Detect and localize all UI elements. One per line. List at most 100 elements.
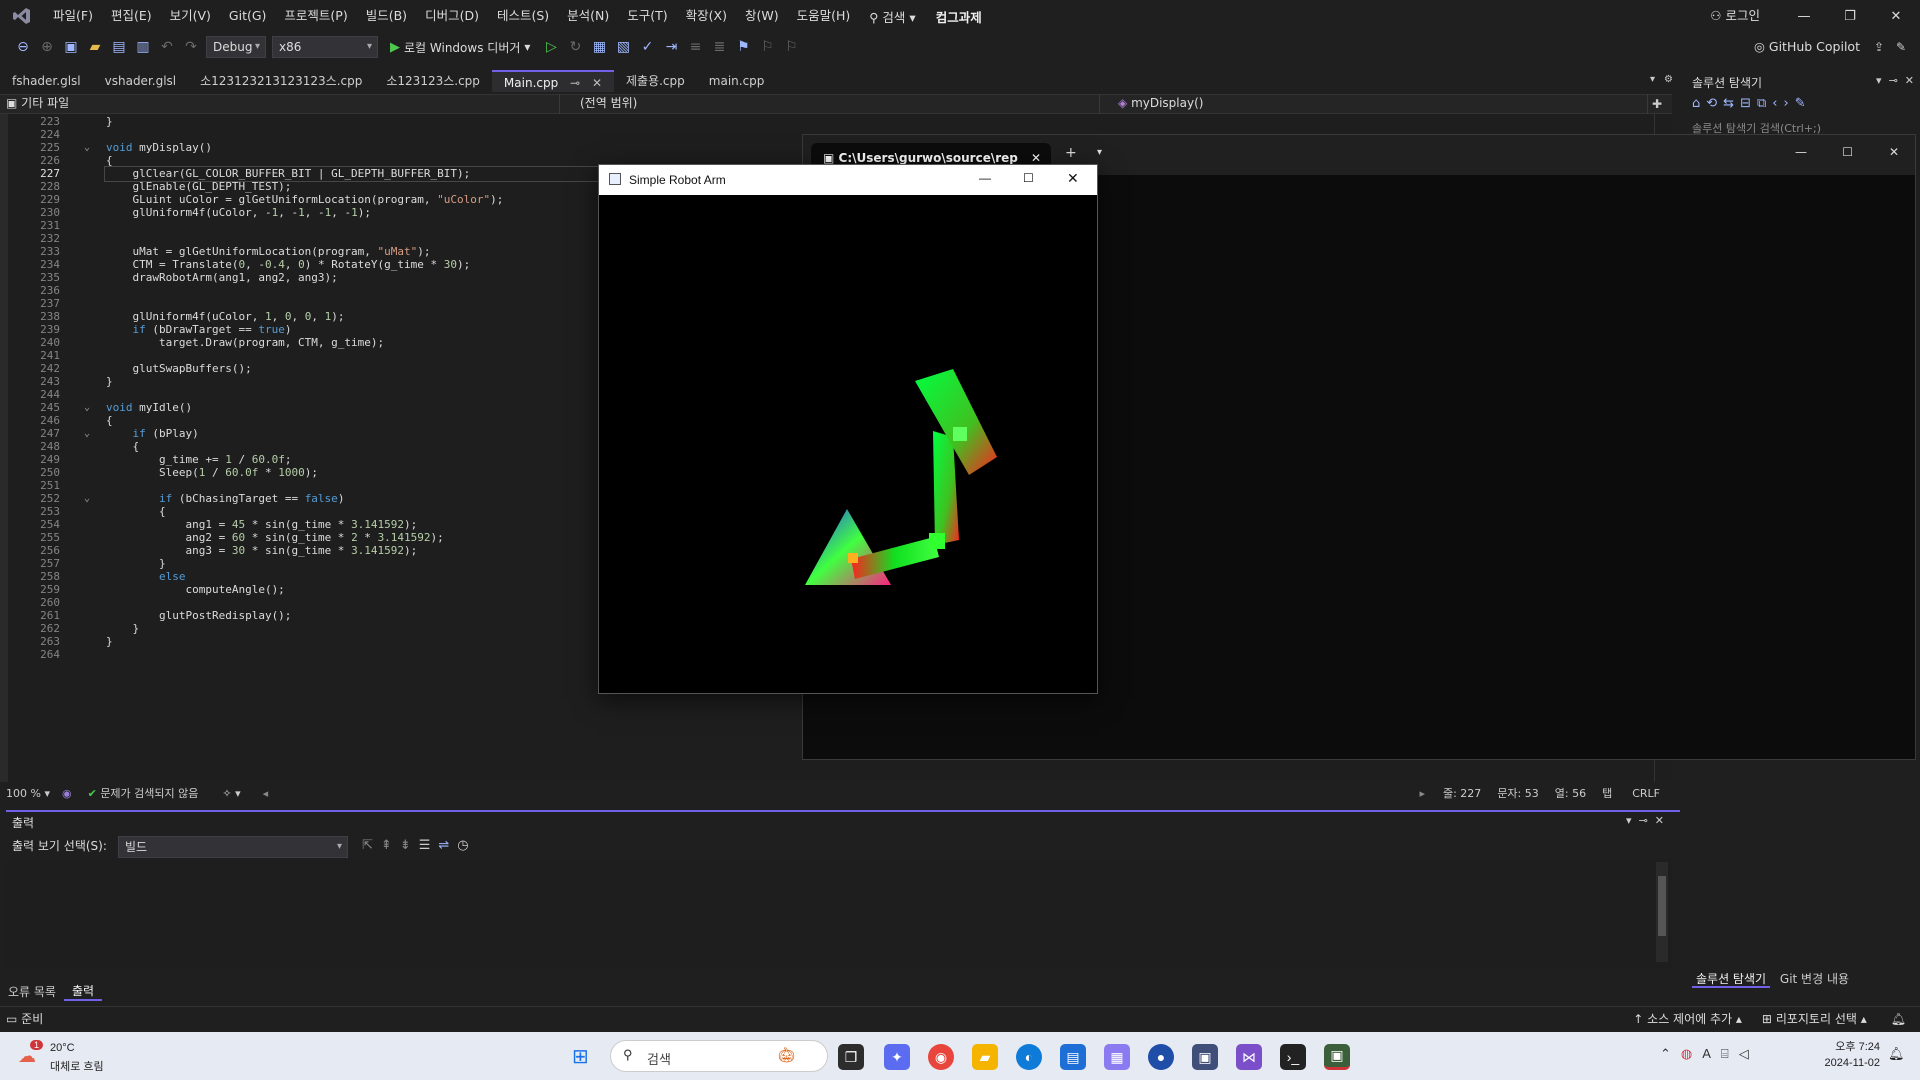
menu-git[interactable]: Git(G) [220, 0, 276, 32]
split-editor-icon[interactable]: ✚ [1648, 97, 1666, 111]
close-icon[interactable]: ✕ [1889, 145, 1899, 159]
next-bookmark-icon[interactable]: ⚐ [782, 39, 800, 55]
visual-studio-logo-icon[interactable] [0, 0, 44, 32]
feedback-icon[interactable]: ✎ [1896, 40, 1906, 54]
spell-check-icon[interactable]: ✓ [638, 39, 656, 55]
menu-extensions[interactable]: 확장(X) [677, 0, 736, 32]
navigate-forward-icon[interactable]: ⊕ [38, 39, 56, 55]
step-icon[interactable]: ⇥ [662, 39, 680, 55]
project-dropdown[interactable]: ▣ 기타 파일 [0, 94, 560, 114]
tab-main-lower[interactable]: main.cpp [697, 70, 777, 92]
share-icon[interactable]: ⇪ [1874, 40, 1884, 54]
chrome-icon[interactable]: ◉ [928, 1044, 954, 1070]
issues-indicator[interactable]: ✔ 문제가 검색되지 않음 [78, 785, 209, 801]
menu-build[interactable]: 빌드(B) [357, 0, 416, 32]
menu-view[interactable]: 보기(V) [161, 0, 220, 32]
zoom-select[interactable]: 100 % ▾ [0, 787, 56, 800]
tab-source-2[interactable]: 소123123스.cpp [374, 70, 492, 92]
save-icon[interactable]: ▤ [110, 39, 128, 55]
show-all-files-icon[interactable]: ⧉ [1757, 96, 1772, 111]
dropdown-icon[interactable]: ▾ [1876, 74, 1882, 87]
indent-mode[interactable]: 탭 [1594, 785, 1620, 801]
layout-icon[interactable]: ▧ [614, 39, 632, 55]
weather-widget[interactable]: ☁ 1 20°C 대체로 흐림 [16, 1040, 136, 1074]
maximize-icon[interactable]: ☐ [1023, 171, 1034, 185]
antivirus-icon[interactable]: ◍ [1681, 1046, 1702, 1061]
tab-git-changes[interactable]: Git 변경 내용 [1774, 972, 1855, 986]
visual-studio-icon[interactable]: ⋈ [1236, 1044, 1262, 1070]
line-position[interactable]: 줄: 227 [1435, 785, 1489, 801]
start-debugging-button[interactable]: ▶ 로컬 Windows 디버거 ▾ [384, 39, 536, 56]
menu-analyze[interactable]: 분석(N) [558, 0, 618, 32]
browse-icon[interactable]: ▦ [590, 39, 608, 55]
network-icon[interactable]: ⌸ [1721, 1046, 1739, 1061]
output-scrollbar[interactable] [1656, 862, 1668, 962]
tab-error-list[interactable]: 오류 목록 [0, 983, 64, 1000]
uncomment-icon[interactable]: ≣ [710, 39, 728, 55]
tab-settings-icon[interactable]: ⚙ [1664, 74, 1673, 85]
menu-tools[interactable]: 도구(T) [618, 0, 676, 32]
platform-select[interactable]: x86 [272, 36, 378, 58]
obs-icon[interactable]: ● [1148, 1044, 1174, 1070]
tab-list-dropdown-icon[interactable]: ▾ [1650, 74, 1655, 85]
edge-icon[interactable]: ◐ [1016, 1044, 1042, 1070]
home-icon[interactable]: ⌂ [1692, 96, 1706, 111]
scope-dropdown[interactable]: (전역 범위) [560, 94, 1100, 114]
notifications-icon[interactable]: 🔔︎ [1877, 1012, 1920, 1026]
code-cleanup-icon[interactable]: ✧ ▾ [208, 787, 254, 800]
restore-button[interactable]: ❐ [1827, 0, 1873, 32]
volume-icon[interactable]: ◁ [1739, 1046, 1759, 1061]
github-copilot-button[interactable]: ◎ GitHub Copilot [1754, 32, 1860, 62]
robot-app-icon[interactable]: ▣ [1324, 1044, 1350, 1070]
tab-output[interactable]: 출력 [63, 982, 103, 1001]
hot-reload-icon[interactable]: ↻ [566, 39, 584, 55]
minimize-icon[interactable]: — [1795, 145, 1807, 159]
robot-arm-window[interactable]: Simple Robot Arm — ☐ ✕ [598, 164, 1098, 694]
timestamp-icon[interactable]: ◷ [457, 838, 476, 853]
save-all-icon[interactable]: ▥ [134, 39, 152, 55]
ime-icon[interactable]: A [1702, 1046, 1721, 1061]
menu-edit[interactable]: 편집(E) [102, 0, 161, 32]
configuration-select[interactable]: Debug [206, 36, 266, 58]
clear-all-icon[interactable]: ☰ [419, 838, 439, 853]
terminal-icon[interactable]: ›_ [1280, 1044, 1306, 1070]
chevron-up-icon[interactable]: ⌃ [1660, 1046, 1681, 1061]
collapse-all-icon[interactable]: ⊟ [1740, 96, 1757, 111]
output-text-area[interactable] [6, 858, 1672, 968]
next-message-icon[interactable]: ⇟ [400, 838, 419, 853]
word-wrap-icon[interactable]: ⇌ [438, 838, 457, 853]
pin-icon[interactable]: ⊸ [1639, 814, 1648, 827]
start-button[interactable]: ⊞ [572, 1044, 589, 1069]
tab-main-cpp[interactable]: Main.cpp ⊸ ✕ [491, 70, 614, 92]
maximize-icon[interactable]: ☐ [1842, 145, 1853, 159]
pin-icon[interactable]: ⊸ [1889, 74, 1898, 87]
dropdown-icon[interactable]: ▾ [1626, 814, 1632, 827]
prev-bookmark-icon[interactable]: ⚐ [758, 39, 776, 55]
close-window-button[interactable]: ✕ [1873, 0, 1919, 32]
tab-submission[interactable]: 제출용.cpp [614, 70, 697, 92]
prev-message-icon[interactable]: ⇞ [381, 838, 400, 853]
member-dropdown[interactable]: ◈ myDisplay() [1100, 94, 1648, 114]
start-without-debugging-icon[interactable]: ▷ [542, 39, 560, 55]
new-project-icon[interactable]: ▣ [62, 39, 80, 55]
minimize-icon[interactable]: — [979, 171, 991, 185]
code-view-icon[interactable]: ‹› [1772, 96, 1794, 111]
login-button[interactable]: ⚇ 로그인 [1710, 0, 1760, 32]
bookmark-icon[interactable]: ⚑ [734, 39, 752, 55]
tab-vshader[interactable]: vshader.glsl [93, 70, 189, 92]
store-icon[interactable]: ▤ [1060, 1044, 1086, 1070]
minimize-button[interactable]: — [1781, 0, 1827, 32]
menu-file[interactable]: 파일(F) [44, 0, 102, 32]
select-repository-button[interactable]: ⊞ 리포지토리 선택 ▴ [1752, 1010, 1877, 1027]
taskbar-search[interactable]: ⚲ 검색 🎃︎ [610, 1040, 828, 1072]
open-folder-icon[interactable]: ▰ [86, 39, 104, 55]
sync-icon[interactable]: ⟲ [1706, 96, 1723, 111]
pin-icon[interactable]: ⊸ [570, 76, 580, 90]
scroll-right-icon[interactable]: ▸ [1409, 787, 1435, 800]
tab-solution-explorer[interactable]: 솔루션 탐색기 [1692, 972, 1771, 988]
menu-window[interactable]: 창(W) [736, 0, 788, 32]
remote-desktop-icon[interactable]: ▣ [1192, 1044, 1218, 1070]
tab-source-1[interactable]: 소123123213123123스.cpp [188, 70, 374, 92]
switch-views-icon[interactable]: ⇆ [1723, 96, 1740, 111]
close-icon[interactable]: ✕ [1655, 814, 1664, 827]
